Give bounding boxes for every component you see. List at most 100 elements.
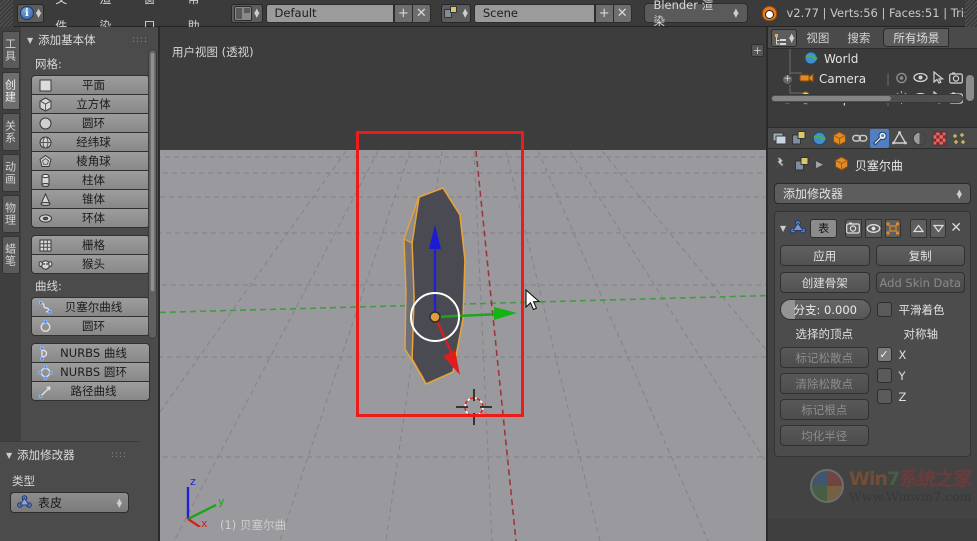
outliner-scrollbar-thumb[interactable] (772, 96, 891, 101)
axis-x-checkbox[interactable] (876, 347, 892, 362)
render-tab[interactable] (770, 128, 789, 148)
outliner-row-world[interactable]: World (768, 49, 977, 69)
tab-grease-pencil[interactable]: 蜡笔 (1, 236, 20, 274)
outliner-horizontal-scrollbar[interactable] (770, 94, 963, 103)
cursor-icon[interactable] (933, 70, 945, 87)
outliner-vertical-scrollbar[interactable] (966, 75, 974, 101)
add-grid-button[interactable]: 栅格 (31, 235, 150, 255)
add-scene-button[interactable]: + (594, 3, 614, 23)
tab-physics[interactable]: 物理 (1, 195, 20, 233)
toolbar-expand-button[interactable]: + (751, 44, 764, 57)
scene-tab[interactable] (790, 128, 809, 148)
viewport-left-splitter[interactable] (158, 27, 160, 541)
add-modifier-panel-header[interactable]: ▼ 添加修改器 :::: (0, 442, 139, 467)
header-grip-right[interactable] (965, 0, 977, 27)
tool-shelf-scrollbar-thumb[interactable] (150, 52, 155, 292)
outliner-editor-type-button[interactable]: ▲ ▼ (771, 28, 798, 47)
modifiers-tab[interactable] (870, 128, 889, 148)
3d-viewport[interactable]: 用户视图 (透视) + (1) 贝塞尔曲 z y x (160, 27, 768, 541)
viewport-visibility-icon[interactable] (864, 218, 882, 238)
add-circle-button[interactable]: 圆环 (31, 113, 150, 133)
add-primitive-panel-header[interactable]: ▼ 添加基本体 :::: (21, 27, 160, 52)
eye-icon[interactable] (913, 72, 928, 86)
smooth-shading-checkbox[interactable] (876, 302, 892, 317)
header-grip[interactable] (0, 0, 13, 27)
copy-button[interactable]: 复制 (875, 245, 965, 266)
drag-dots-icon[interactable]: :::: (132, 35, 148, 45)
mark-root-button[interactable]: 标记根点 (780, 399, 869, 420)
edit-mode-display-icon[interactable] (884, 218, 902, 238)
delete-layout-button[interactable]: ✕ (412, 3, 432, 23)
add-uv-sphere-button[interactable]: 经纬球 (31, 132, 150, 152)
viewport-right-splitter[interactable] (766, 27, 768, 541)
add-cylinder-button[interactable]: 柱体 (31, 170, 150, 190)
delete-scene-button[interactable]: ✕ (613, 3, 632, 23)
move-modifier-down-button[interactable] (929, 218, 947, 238)
clear-loose-button[interactable]: 清除松散点 (780, 373, 869, 394)
symmetry-axes-column: 对称轴 X Y Z (876, 326, 966, 451)
outliner-menu-view[interactable]: 视图 (797, 30, 838, 46)
particles-tab[interactable] (950, 128, 969, 148)
material-tab[interactable] (910, 128, 929, 148)
equalize-radii-button[interactable]: 均化半径 (780, 425, 869, 446)
object-tab[interactable] (830, 128, 849, 148)
data-tab[interactable] (890, 128, 909, 148)
screen-layout-selector[interactable]: ▲ ▼ (231, 3, 263, 23)
symmetry-axes-title: 对称轴 (903, 327, 939, 341)
add-bezier-circle-button[interactable]: 圆环 (31, 316, 150, 336)
tab-animation[interactable]: 动画 (1, 154, 20, 192)
layout-name-field[interactable]: Default (265, 3, 394, 23)
move-modifier-up-button[interactable] (910, 218, 927, 238)
modifier-type-dropdown[interactable]: 表皮 ▲ ▼ (10, 492, 129, 513)
scene-selector[interactable]: ▲ ▼ (441, 3, 471, 23)
add-monkey-button[interactable]: 猴头 (31, 254, 150, 274)
add-torus-button[interactable]: 环体 (31, 208, 150, 228)
drag-dots-icon[interactable]: :::: (111, 450, 127, 460)
scene-name-field[interactable]: Scene (473, 3, 595, 23)
expand-icon[interactable]: + (782, 73, 793, 85)
world-tab[interactable] (810, 128, 829, 148)
add-plane-button[interactable]: 平面 (31, 75, 150, 95)
chevron-down-icon[interactable]: ▼ (780, 224, 786, 233)
tab-create[interactable]: 创建 (1, 72, 20, 110)
mark-loose-button[interactable]: 标记松散点 (780, 347, 869, 368)
add-path-curve-button[interactable]: 路径曲线 (31, 381, 150, 401)
pin-icon[interactable] (774, 156, 789, 175)
render-engine-selector[interactable]: Blender 渲染 ▲ ▼ (644, 0, 748, 28)
add-skin-data-button[interactable]: Add Skin Data (875, 272, 965, 293)
create-armature-button[interactable]: 创建骨架 (780, 272, 870, 293)
axis-y-checkbox[interactable] (876, 368, 892, 383)
add-nurbs-curve-button[interactable]: NURBS 曲线 (31, 343, 150, 363)
tab-tools[interactable]: 工具 (1, 31, 20, 69)
symmetry-axis-z[interactable]: Z (876, 389, 966, 404)
add-nurbs-circle-button[interactable]: NURBS 圆环 (31, 362, 150, 382)
constraints-tab[interactable] (850, 128, 869, 148)
scene-icon[interactable] (795, 156, 810, 175)
smooth-shading-control[interactable]: 平滑着色 (876, 302, 966, 318)
editor-type-info-button[interactable]: i ▲ ▼ (16, 3, 45, 23)
add-cone-button[interactable]: 锥体 (31, 189, 150, 209)
add-ico-sphere-button[interactable]: 棱角球 (31, 151, 150, 171)
modifier-name-field[interactable]: 表 (810, 218, 838, 238)
texture-tab[interactable] (930, 128, 949, 148)
apply-button[interactable]: 应用 (780, 245, 870, 266)
axis-z-checkbox[interactable] (876, 389, 892, 404)
add-cube-button[interactable]: 立方体 (31, 94, 150, 114)
symmetry-axis-x[interactable]: X (876, 347, 966, 362)
camera-data-icon[interactable] (895, 72, 908, 87)
symmetry-axis-y[interactable]: Y (876, 368, 966, 383)
tool-shelf-scrollbar[interactable] (148, 49, 157, 339)
outliner-display-mode[interactable]: 所有场景 (883, 28, 950, 47)
add-modifier-dropdown[interactable]: 添加修改器 ▲ ▼ (774, 183, 971, 204)
render-icon[interactable] (949, 72, 963, 87)
add-bezier-curve-button[interactable]: 贝塞尔曲线 (31, 297, 150, 317)
outliner-row-camera[interactable]: + Camera | (768, 69, 977, 89)
tab-relations[interactable]: 关系 (1, 113, 20, 151)
render-toggle-icon[interactable] (845, 218, 862, 238)
delete-modifier-icon[interactable]: ✕ (950, 220, 962, 236)
branch-smoothing-slider[interactable]: 分支: 0.000 (780, 299, 871, 320)
add-layout-button[interactable]: + (394, 3, 413, 23)
outliner-menu-search[interactable]: 搜索 (838, 30, 879, 46)
outliner-header: ▲ ▼ 视图 搜索 所有场景 (768, 27, 977, 49)
outliner-tree[interactable]: World + Camera | (768, 49, 977, 106)
